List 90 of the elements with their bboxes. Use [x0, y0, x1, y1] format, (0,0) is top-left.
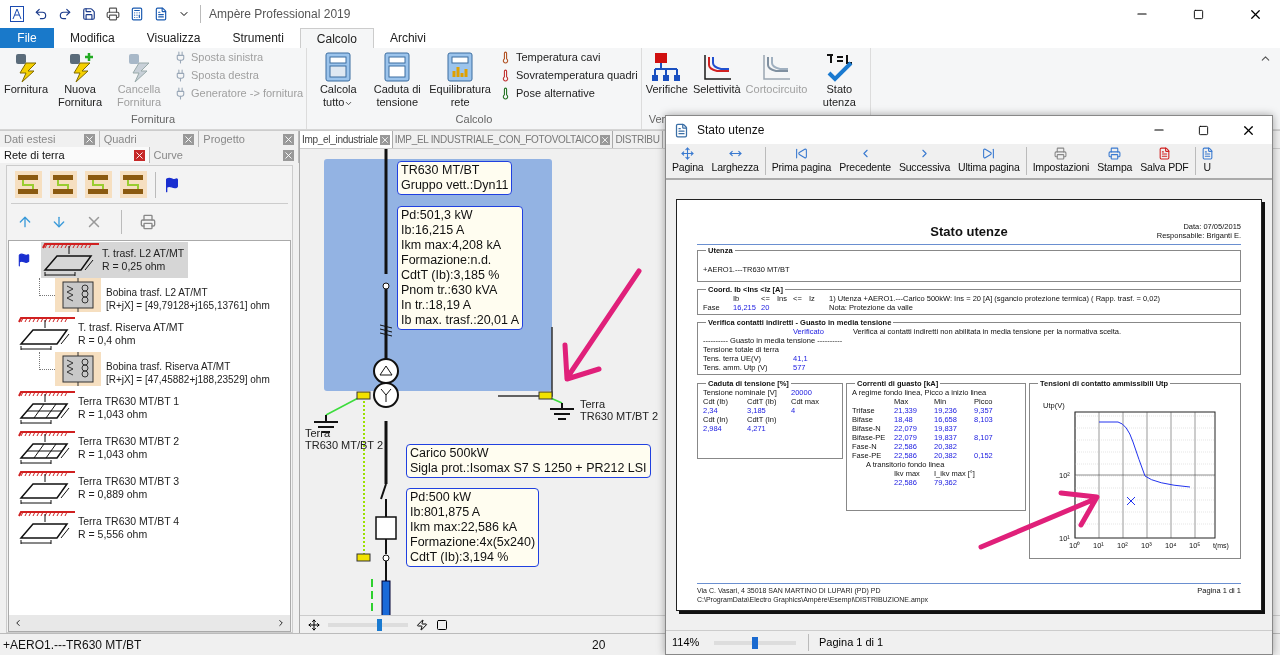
tree-item-name: Terra TR630 MT/BT 3	[78, 475, 180, 488]
info-line: Ib:16,215 A	[401, 223, 466, 238]
toolbar-button[interactable]: Larghezza	[707, 146, 763, 176]
report-title: Stato utenze	[930, 223, 1008, 241]
window-title: Stato utenze	[697, 122, 766, 139]
tree-item[interactable]: Terra TR630 MT/BT 4 R = 5,556 ohm	[17, 510, 184, 546]
document-tab[interactable]: DISTRIBU	[613, 131, 663, 148]
info-box[interactable]: TR630 MT/BT Gruppo vett.:Dyn11	[397, 161, 513, 195]
page-status: Pagina 1 di 1	[808, 634, 884, 651]
info-line: Formazione:4x(5x240)	[410, 535, 536, 550]
ribbon-group-label: Fornitura	[131, 112, 176, 126]
ribbon-tab[interactable]: File	[0, 28, 54, 48]
ribbon-button[interactable]: Selettività	[691, 51, 742, 96]
status-value: 20	[591, 636, 606, 654]
tree-item-value: [R+jX] = [47,45882+j188,23529] ohm	[106, 373, 270, 386]
tree-item-value: [R+jX] = [49,79128+j165,13761] ohm	[106, 299, 270, 312]
status-path: +AERO1.---TR630 MT/BT	[2, 636, 143, 654]
window-title: Ampère Professional 2019	[200, 5, 1108, 23]
ribbon-button[interactable]: Calcola tutto	[310, 51, 367, 109]
document-tab[interactable]: Imp_el_industriale	[300, 131, 393, 148]
tree-item-value: R = 5,556 ohm	[78, 528, 149, 541]
tree-item-value: R = 1,043 ohm	[78, 408, 149, 421]
toolbar-button[interactable]: Ultima pagina	[954, 146, 1024, 176]
ribbon-button[interactable]: Stato utenza	[811, 51, 868, 109]
info-line: Carico 500kW	[410, 446, 490, 461]
toolbar-button[interactable]: Salva PDF	[1136, 146, 1193, 176]
info-line: TR630 MT/BT	[401, 163, 481, 178]
toolbar-button[interactable]: U	[1197, 146, 1217, 176]
toolbar-button[interactable]: Successiva	[894, 146, 955, 176]
tree-item[interactable]: Terra TR630 MT/BT 1 R = 1,043 ohm	[17, 390, 184, 426]
info-line: In tr.:18,19 A	[401, 298, 473, 313]
info-line: Ikm max:4,208 kA	[401, 238, 503, 253]
info-box[interactable]: Carico 500kW Sigla prot.:Isomax S7 S 1250 + PR212 LSI	[406, 444, 651, 478]
ribbon-group-label: Ver	[647, 112, 666, 126]
tree-item-name: T. trasf. Riserva AT/MT	[78, 321, 184, 334]
tree-item[interactable]: T. trasf. Riserva AT/MT R = 0,4 ohm	[17, 316, 188, 352]
ribbon-button[interactable]: Temperatura cavi	[499, 51, 638, 64]
toolbar-button[interactable]: Stampa	[1093, 146, 1137, 176]
ribbon-button[interactable]: Verifiche	[644, 51, 689, 96]
ribbon-button[interactable]: Sovratemperatura quadri	[499, 69, 638, 82]
earth-label: Terra	[305, 427, 332, 439]
info-line: Pnom tr.:630 kVA	[401, 283, 499, 298]
tree-item-name: Terra TR630 MT/BT 4	[78, 515, 180, 528]
tree-item-value: R = 0,889 ohm	[78, 488, 149, 501]
info-line: Sigla prot.:Isomax S7 S 1250 + PR212 LSI	[410, 461, 647, 476]
tree-item[interactable]: Terra TR630 MT/BT 3 R = 0,889 ohm	[17, 470, 184, 506]
info-line: CdtT (Ib):3,194 %	[410, 550, 510, 565]
tree-item[interactable]: Terra TR630 MT/BT 2 R = 1,043 ohm	[17, 430, 184, 466]
ribbon-tab[interactable]: Strumenti	[216, 28, 300, 48]
ribbon-button[interactable]: Equilibratura rete	[428, 51, 492, 109]
toolbar-button[interactable]: Pagina	[668, 146, 708, 176]
toolbar-button[interactable]: Impostazioni	[1028, 146, 1094, 176]
info-line: Ib:801,875 A	[410, 505, 482, 520]
tree-item[interactable]: Bobina trasf. Riserva AT/MT [R+jX] = [47,45882+j188,23529] ohm	[55, 352, 274, 386]
tree-item-name: Terra TR630 MT/BT 2	[78, 435, 180, 448]
ribbon-tab[interactable]: Modifica	[54, 28, 131, 48]
earth-label: TR630 MT/BT 2	[305, 439, 384, 451]
ribbon-button[interactable]: Nuova Fornitura	[52, 51, 109, 109]
document-tab[interactable]: IMP_EL INDUSTRIALE_CON_FOTOVOLTAICO	[392, 131, 614, 148]
earth-label: TR630 MT/BT 2	[580, 410, 659, 422]
tree-item-value: R = 0,25 ohm	[102, 260, 167, 273]
info-line: Ikm max:22,586 kA	[410, 520, 518, 535]
ribbon-tab[interactable]: Visualizza	[130, 28, 217, 48]
tree-item-name: Bobina trasf. Riserva AT/MT	[106, 360, 232, 373]
tree-item-name: T. trasf. L2 AT/MT	[102, 247, 185, 260]
tree-item[interactable]: Bobina trasf. L2 AT/MT [R+jX] = [49,79128+j165,13761] ohm	[55, 278, 274, 312]
info-line: Ib max. trasf.:20,01 A	[401, 313, 520, 328]
info-line: Formazione:n.d.	[401, 253, 493, 268]
tree-item-name: Bobina trasf. L2 AT/MT	[106, 286, 209, 299]
ribbon-button[interactable]: Caduta di tensione	[369, 51, 426, 109]
ribbon-button[interactable]: Pose alternative	[499, 87, 638, 100]
zoom-level: 114%	[671, 635, 701, 651]
earth-label: Terra	[580, 398, 607, 410]
info-line: Pd:501,3 kW	[401, 208, 474, 223]
info-line: Pd:500 kW	[410, 490, 473, 505]
info-box[interactable]: Pd:501,3 kW Ib:16,215 A Ikm max:4,208 kA Formazione:n.d. CdtT (Ib):3,185 % Pnom tr.:630 kVA In tr.:18,19 A Ib max. trasf.:20,01 A	[397, 206, 524, 330]
tree-item-name: Terra TR630 MT/BT 1	[78, 395, 180, 408]
panel-tab[interactable]: Rete di terra	[0, 147, 150, 163]
ribbon-group-label: Calcolo	[455, 112, 493, 126]
toolbar-button[interactable]: Prima pagina	[767, 146, 836, 176]
ribbon-button[interactable]: Fornitura	[3, 51, 50, 96]
info-line: Gruppo vett.:Dyn11	[401, 178, 509, 193]
ribbon-tab[interactable]: Calcolo	[299, 28, 374, 48]
info-box[interactable]: Pd:500 kW Ib:801,875 A Ikm max:22,586 kA Formazione:4x(5x240) CdtT (Ib):3,194 %	[406, 488, 540, 567]
tree-item-value: R = 1,043 ohm	[78, 448, 149, 461]
info-line: CdtT (Ib):3,185 %	[401, 268, 501, 283]
ribbon-tab[interactable]: Archivi	[373, 28, 442, 48]
tree-item[interactable]: T. trasf. L2 AT/MT R = 0,25 ohm	[41, 242, 189, 278]
tree-item-value: R = 0,4 ohm	[78, 334, 137, 347]
toolbar-button[interactable]: Precedente	[835, 146, 895, 176]
